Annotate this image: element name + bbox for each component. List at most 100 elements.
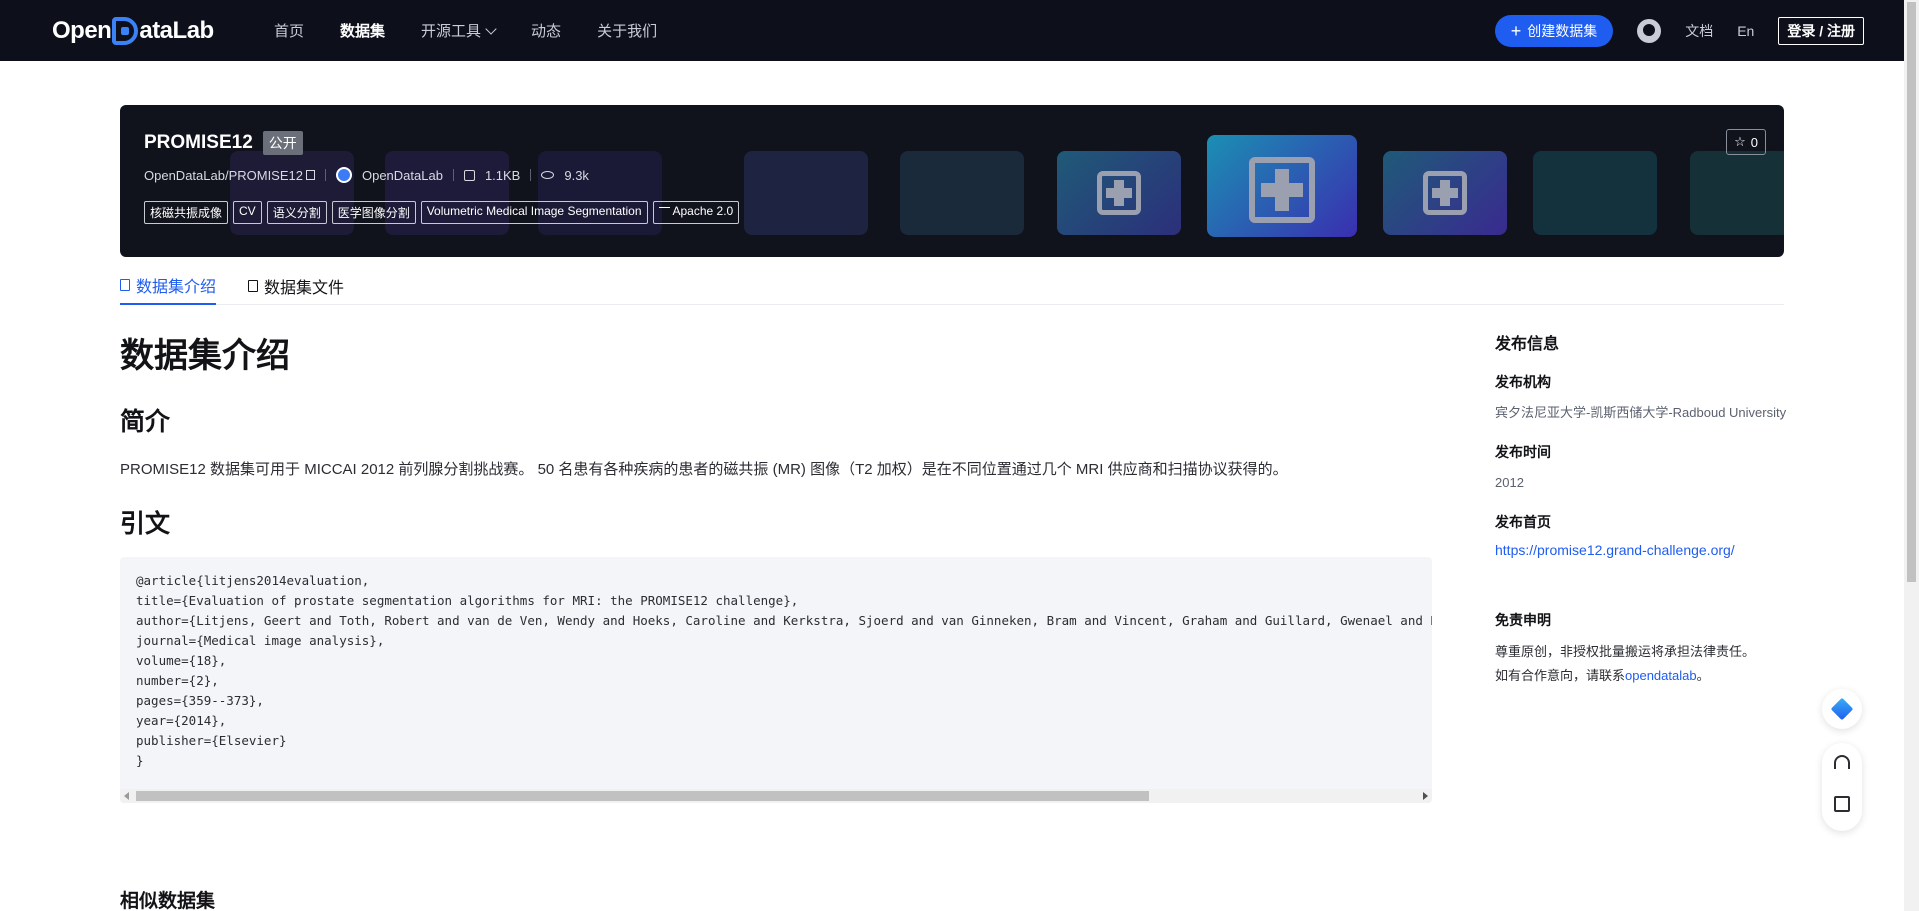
logo[interactable]: Open ataLab [52, 16, 214, 46]
tab-intro[interactable]: 数据集介绍 [120, 266, 217, 305]
tab-label: 数据集介绍 [136, 278, 217, 296]
nav-item-tools[interactable]: 开源工具 [421, 20, 497, 41]
homepage-link[interactable]: https://promise12.grand-challenge.org/ [1495, 542, 1795, 558]
nav-item-home[interactable]: 首页 [274, 20, 304, 41]
tab-label: 数据集文件 [264, 279, 345, 297]
disclaimer-line: 如有合作意向，请联系opendatalab。 [1495, 664, 1795, 688]
language-switch[interactable]: En [1737, 23, 1754, 39]
disclaimer-label: 免责申明 [1495, 612, 1551, 628]
org-avatar-icon [335, 167, 352, 183]
edit-icon[interactable] [1834, 796, 1850, 812]
nav-item-news[interactable]: 动态 [531, 20, 561, 41]
copy-icon[interactable] [305, 169, 315, 180]
publish-time-label: 发布时间 [1495, 444, 1551, 460]
logo-suffix: ataLab [139, 17, 214, 44]
logo-prefix: Open [52, 17, 112, 44]
medical-case-graphic [1533, 151, 1657, 235]
dataset-path: OpenDataLab/PROMISE12 [144, 168, 315, 183]
float-toolbar [1822, 743, 1862, 831]
chevron-down-icon [485, 22, 497, 35]
medical-case-graphic [900, 151, 1024, 235]
dataset-title-row: PROMISE12 公开 [144, 131, 303, 155]
disclaimer-prefix: 如有合作意向，请联系 [1495, 668, 1626, 683]
divider [530, 169, 532, 181]
tag-list: 核磁共振成像 CV 语义分割 医学图像分割 Volumetric Medical… [144, 201, 740, 224]
publish-time-value: 2012 [1495, 475, 1524, 490]
page-scrollbar[interactable] [1904, 0, 1919, 911]
license-label: Apache 2.0 [672, 204, 734, 218]
star-button[interactable]: ☆ 0 [1726, 129, 1766, 155]
medical-case-graphic [1207, 135, 1357, 237]
medical-case-graphic [1383, 151, 1507, 235]
dataset-meta: OpenDataLab/PROMISE12 OpenDataLab 1.1KB … [144, 167, 589, 183]
dataset-name: PROMISE12 [144, 132, 253, 153]
github-icon[interactable] [1637, 18, 1662, 43]
divider [452, 169, 454, 181]
tag[interactable]: 医学图像分割 [331, 201, 416, 224]
disclaimer-line: 尊重原创，非授权批量搬运将承担法律责任。 [1495, 644, 1756, 659]
login-button[interactable]: 登录 / 注册 [1778, 16, 1864, 45]
disclaimer-text: 尊重原创，非授权批量搬运将承担法律责任。 如有合作意向，请联系opendatal… [1495, 640, 1795, 688]
star-icon: ☆ [1734, 134, 1746, 149]
main-nav: 首页 数据集 开源工具 动态 关于我们 [274, 0, 657, 61]
contact-link[interactable]: opendatalab [1625, 668, 1697, 683]
medical-cross-icon [1249, 157, 1315, 223]
top-actions: + 创建数据集 文档 En 登录 / 注册 [1494, 0, 1864, 61]
eye-icon [541, 171, 555, 179]
tag[interactable]: Volumetric Medical Image Segmentation [420, 201, 648, 224]
homepage-label: 发布首页 [1495, 514, 1551, 530]
dataset-size: 1.1KB [484, 167, 521, 183]
disk-icon [463, 169, 475, 181]
nav-item-datasets[interactable]: 数据集 [340, 20, 385, 41]
horizontal-scrollbar[interactable] [120, 789, 1432, 803]
headset-icon[interactable] [1834, 755, 1850, 769]
publisher-label: 发布机构 [1495, 374, 1551, 390]
scale-icon [658, 207, 670, 215]
publisher-value: 宾夕法尼亚大学-凯斯西储大学-Radboud University [1495, 405, 1787, 420]
star-count: 0 [1750, 134, 1758, 150]
medical-case-graphic [1057, 151, 1181, 235]
intro-text: PROMISE12 数据集可用于 MICCAI 2012 前列腺分割挑战赛。 5… [120, 461, 1288, 478]
intro-heading: 简介 [120, 408, 171, 436]
tab-files[interactable]: 数据集文件 [248, 266, 344, 305]
docs-link[interactable]: 文档 [1685, 21, 1713, 41]
create-dataset-button[interactable]: + 创建数据集 [1494, 14, 1614, 47]
publish-info-heading: 发布信息 [1495, 336, 1560, 353]
plus-icon: + [1510, 20, 1522, 41]
list-icon [120, 278, 130, 291]
medical-cross-icon [1423, 171, 1467, 215]
dataset-banner: PROMISE12 公开 ☆ 0 OpenDataLab/PROMISE12 O… [120, 105, 1784, 257]
medical-cross-icon [1097, 171, 1141, 215]
visibility-badge: 公开 [262, 131, 303, 155]
nav-item-label: 首页 [274, 23, 305, 40]
file-icon [248, 279, 259, 292]
citation-code: @article{litjens2014evaluation, title={E… [136, 573, 1432, 768]
disclaimer-suffix: 。 [1696, 668, 1710, 683]
medical-case-graphic [1690, 151, 1784, 235]
publish-info-panel: 发布信息 发布机构 宾夕法尼亚大学-凯斯西储大学-Radboud Univers… [1495, 330, 1795, 688]
dataset-tabs: 数据集介绍 数据集文件 [120, 266, 1784, 305]
citation-code-block: @article{litjens2014evaluation, title={E… [120, 557, 1432, 803]
license-tag[interactable]: Apache 2.0 [652, 201, 740, 224]
nav-item-label: 数据集 [340, 23, 386, 40]
divider [324, 169, 326, 181]
scrollbar-thumb[interactable] [1907, 2, 1916, 582]
scroll-right-icon[interactable] [1423, 792, 1428, 800]
citation-heading: 引文 [120, 510, 171, 538]
tag[interactable]: 核磁共振成像 [144, 201, 229, 224]
nav-item-label: 动态 [531, 23, 562, 40]
assistant-button[interactable] [1822, 689, 1862, 729]
org-name[interactable]: OpenDataLab [362, 168, 443, 183]
nav-item-label: 关于我们 [597, 23, 658, 40]
diamond-icon [1830, 697, 1854, 721]
tag[interactable]: 语义分割 [266, 201, 327, 224]
scroll-left-icon[interactable] [124, 792, 129, 800]
similar-datasets-heading: 相似数据集 [120, 891, 216, 911]
scrollbar-thumb[interactable] [136, 791, 1149, 801]
medical-case-graphic [744, 151, 868, 235]
tag[interactable]: CV [233, 201, 262, 224]
dataset-path-text: OpenDataLab/PROMISE12 [144, 167, 303, 183]
nav-item-about[interactable]: 关于我们 [597, 20, 657, 41]
top-navbar: Open ataLab 首页 数据集 开源工具 动态 关于我们 + 创建数据集 … [0, 0, 1904, 61]
nav-item-label: 开源工具 [421, 23, 482, 40]
